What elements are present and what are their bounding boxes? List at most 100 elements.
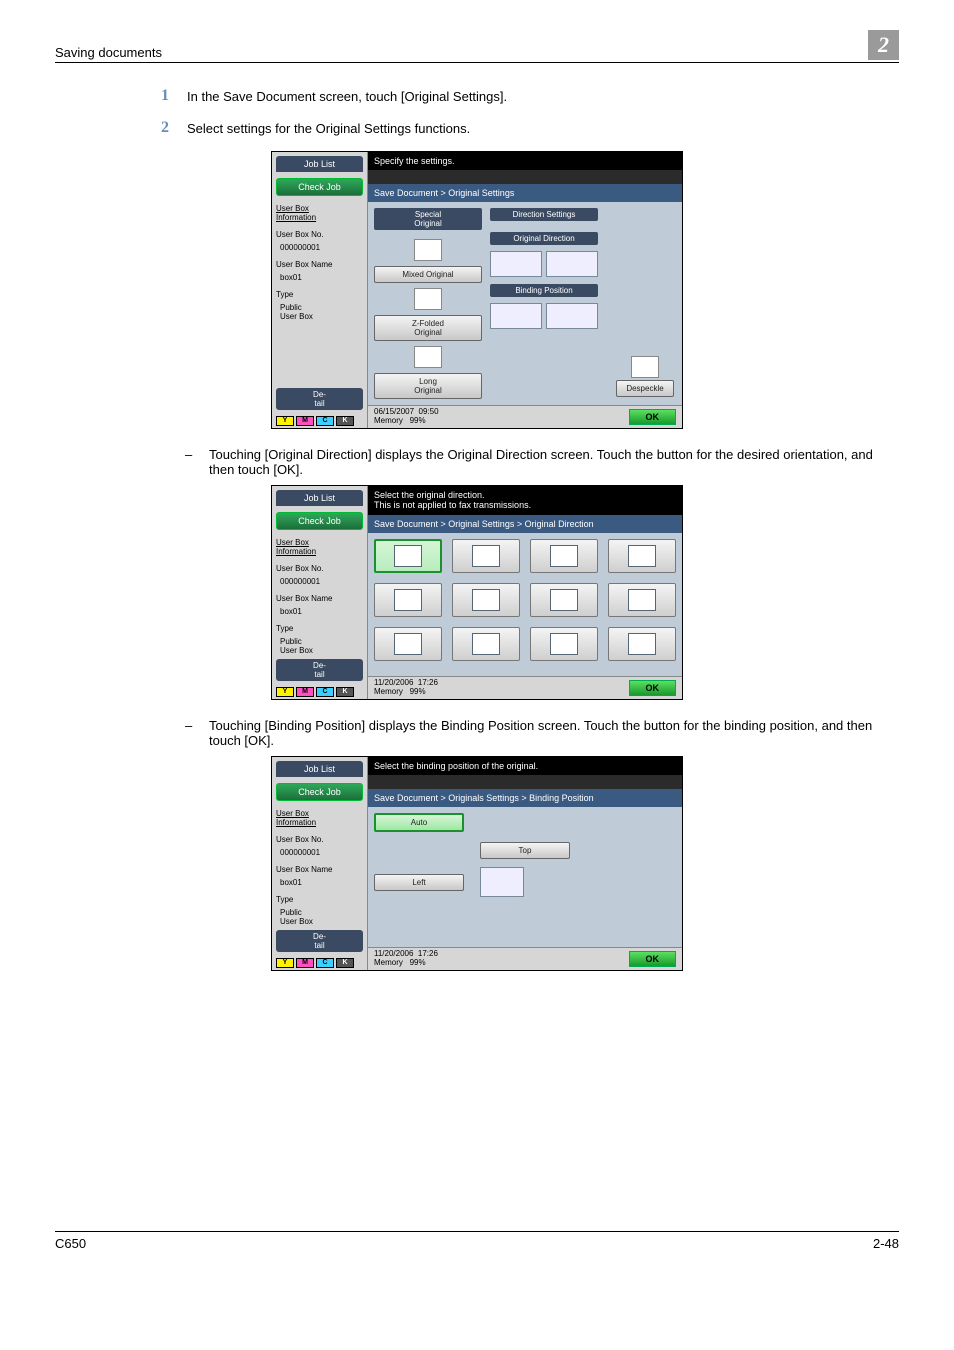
orientation-icon bbox=[394, 589, 422, 611]
despeckle-group: Despeckle bbox=[616, 354, 674, 397]
user-box-no-value: 000000001 bbox=[280, 577, 363, 586]
direction-option-6[interactable] bbox=[452, 583, 520, 617]
check-job-button[interactable]: Check Job bbox=[276, 178, 363, 196]
substep-text: Touching [Original Direction] displays t… bbox=[209, 447, 899, 477]
long-original-icon bbox=[414, 346, 442, 368]
binding-icon bbox=[490, 303, 542, 329]
detail-button[interactable]: De- tail bbox=[276, 930, 363, 952]
direction-option-7[interactable] bbox=[530, 583, 598, 617]
toner-y-icon: Y bbox=[276, 687, 294, 697]
direction-option-4[interactable] bbox=[608, 539, 676, 573]
type-value: Public User Box bbox=[280, 908, 363, 926]
direction-option-5[interactable] bbox=[374, 583, 442, 617]
user-box-no-label: User Box No. bbox=[276, 230, 363, 239]
ok-button[interactable]: OK bbox=[629, 951, 677, 967]
job-list-tab[interactable]: Job List bbox=[276, 156, 363, 172]
toner-m-icon: M bbox=[296, 416, 314, 426]
direction-option-3[interactable] bbox=[530, 539, 598, 573]
user-box-info-label: User Box Information bbox=[276, 204, 363, 222]
toner-k-icon: K bbox=[336, 687, 354, 697]
breadcrumb: Save Document > Original Settings > Orig… bbox=[368, 515, 682, 533]
substep-text: Touching [Binding Position] displays the… bbox=[209, 718, 899, 748]
binding-position-button[interactable] bbox=[490, 303, 598, 329]
original-direction-button[interactable] bbox=[490, 251, 598, 277]
direction-option-2[interactable] bbox=[452, 539, 520, 573]
special-original-header: Special Original bbox=[374, 208, 482, 230]
step-text: Select settings for the Original Setting… bbox=[187, 119, 470, 137]
footer-model: C650 bbox=[55, 1236, 86, 1251]
user-box-no-label: User Box No. bbox=[276, 835, 363, 844]
substep-direction: – Touching [Original Direction] displays… bbox=[185, 447, 899, 477]
footer-status: 06/15/2007 09:50 Memory 99% bbox=[374, 408, 439, 426]
user-box-name-value: box01 bbox=[280, 273, 363, 282]
toner-indicators: Y M C K bbox=[276, 414, 363, 428]
settings-panel: Special Original Mixed Original Z-Folded… bbox=[368, 202, 682, 405]
direction-option-11[interactable] bbox=[530, 627, 598, 661]
mixed-original-button[interactable]: Mixed Original bbox=[374, 266, 482, 283]
step-2: 2 Select settings for the Original Setti… bbox=[155, 119, 899, 137]
direction-icon bbox=[490, 251, 542, 277]
type-value: Public User Box bbox=[280, 637, 363, 655]
toner-k-icon: K bbox=[336, 416, 354, 426]
zfolded-button[interactable]: Z-Folded Original bbox=[374, 315, 482, 341]
orientation-icon bbox=[628, 545, 656, 567]
orientation-icon bbox=[394, 633, 422, 655]
toner-y-icon: Y bbox=[276, 958, 294, 968]
auto-button[interactable]: Auto bbox=[374, 813, 464, 832]
job-list-tab[interactable]: Job List bbox=[276, 761, 363, 777]
message-bar: Specify the settings. bbox=[368, 152, 682, 170]
detail-button[interactable]: De- tail bbox=[276, 659, 363, 681]
direction-option-12[interactable] bbox=[608, 627, 676, 661]
despeckle-button[interactable]: Despeckle bbox=[616, 380, 674, 397]
breadcrumb: Save Document > Original Settings bbox=[368, 184, 682, 202]
dash-bullet: – bbox=[185, 718, 195, 748]
chapter-number: 2 bbox=[868, 30, 899, 60]
device-screen-original-direction: Job List Check Job User Box Information … bbox=[271, 485, 683, 700]
despeckle-icon bbox=[631, 356, 659, 378]
binding-preview-icon bbox=[480, 867, 524, 897]
step-number: 1 bbox=[155, 87, 169, 105]
orientation-icon bbox=[550, 633, 578, 655]
user-box-no-value: 000000001 bbox=[280, 848, 363, 857]
toner-c-icon: C bbox=[316, 416, 334, 426]
orientation-icon bbox=[472, 545, 500, 567]
message-bar: Select the original direction. This is n… bbox=[368, 486, 682, 515]
step-text: In the Save Document screen, touch [Orig… bbox=[187, 87, 507, 105]
orientation-icon bbox=[550, 589, 578, 611]
ok-button[interactable]: OK bbox=[629, 680, 677, 696]
device-footer: 11/20/2006 17:26 Memory 99% OK bbox=[368, 947, 682, 970]
ok-button[interactable]: OK bbox=[629, 409, 677, 425]
direction-option-9[interactable] bbox=[374, 627, 442, 661]
direction-settings-header: Direction Settings bbox=[490, 208, 598, 221]
device-sidebar: Job List Check Job User Box Information … bbox=[272, 757, 368, 970]
orientation-icon bbox=[472, 589, 500, 611]
left-button[interactable]: Left bbox=[374, 874, 464, 891]
user-box-name-value: box01 bbox=[280, 878, 363, 887]
user-box-no-label: User Box No. bbox=[276, 564, 363, 573]
toner-indicators: Y M C K bbox=[276, 956, 363, 970]
check-job-button[interactable]: Check Job bbox=[276, 512, 363, 530]
device-sidebar: Job List Check Job User Box Information … bbox=[272, 486, 368, 699]
toner-indicators: Y M C K bbox=[276, 685, 363, 699]
user-box-name-value: box01 bbox=[280, 607, 363, 616]
direction-option-1[interactable] bbox=[374, 539, 442, 573]
toner-y-icon: Y bbox=[276, 416, 294, 426]
detail-button[interactable]: De- tail bbox=[276, 388, 363, 410]
toner-k-icon: K bbox=[336, 958, 354, 968]
job-list-tab[interactable]: Job List bbox=[276, 490, 363, 506]
direction-option-10[interactable] bbox=[452, 627, 520, 661]
toner-m-icon: M bbox=[296, 958, 314, 968]
user-box-info-label: User Box Information bbox=[276, 538, 363, 556]
step-1: 1 In the Save Document screen, touch [Or… bbox=[155, 87, 899, 105]
check-job-button[interactable]: Check Job bbox=[276, 783, 363, 801]
orientation-icon bbox=[628, 633, 656, 655]
dash-bullet: – bbox=[185, 447, 195, 477]
direction-panel bbox=[368, 533, 682, 677]
breadcrumb: Save Document > Originals Settings > Bin… bbox=[368, 789, 682, 807]
long-original-button[interactable]: Long Original bbox=[374, 373, 482, 399]
zfolded-icon bbox=[414, 288, 442, 310]
top-button[interactable]: Top bbox=[480, 842, 570, 859]
direction-option-8[interactable] bbox=[608, 583, 676, 617]
message-bar: Select the binding position of the origi… bbox=[368, 757, 682, 775]
mixed-original-icon bbox=[414, 239, 442, 261]
